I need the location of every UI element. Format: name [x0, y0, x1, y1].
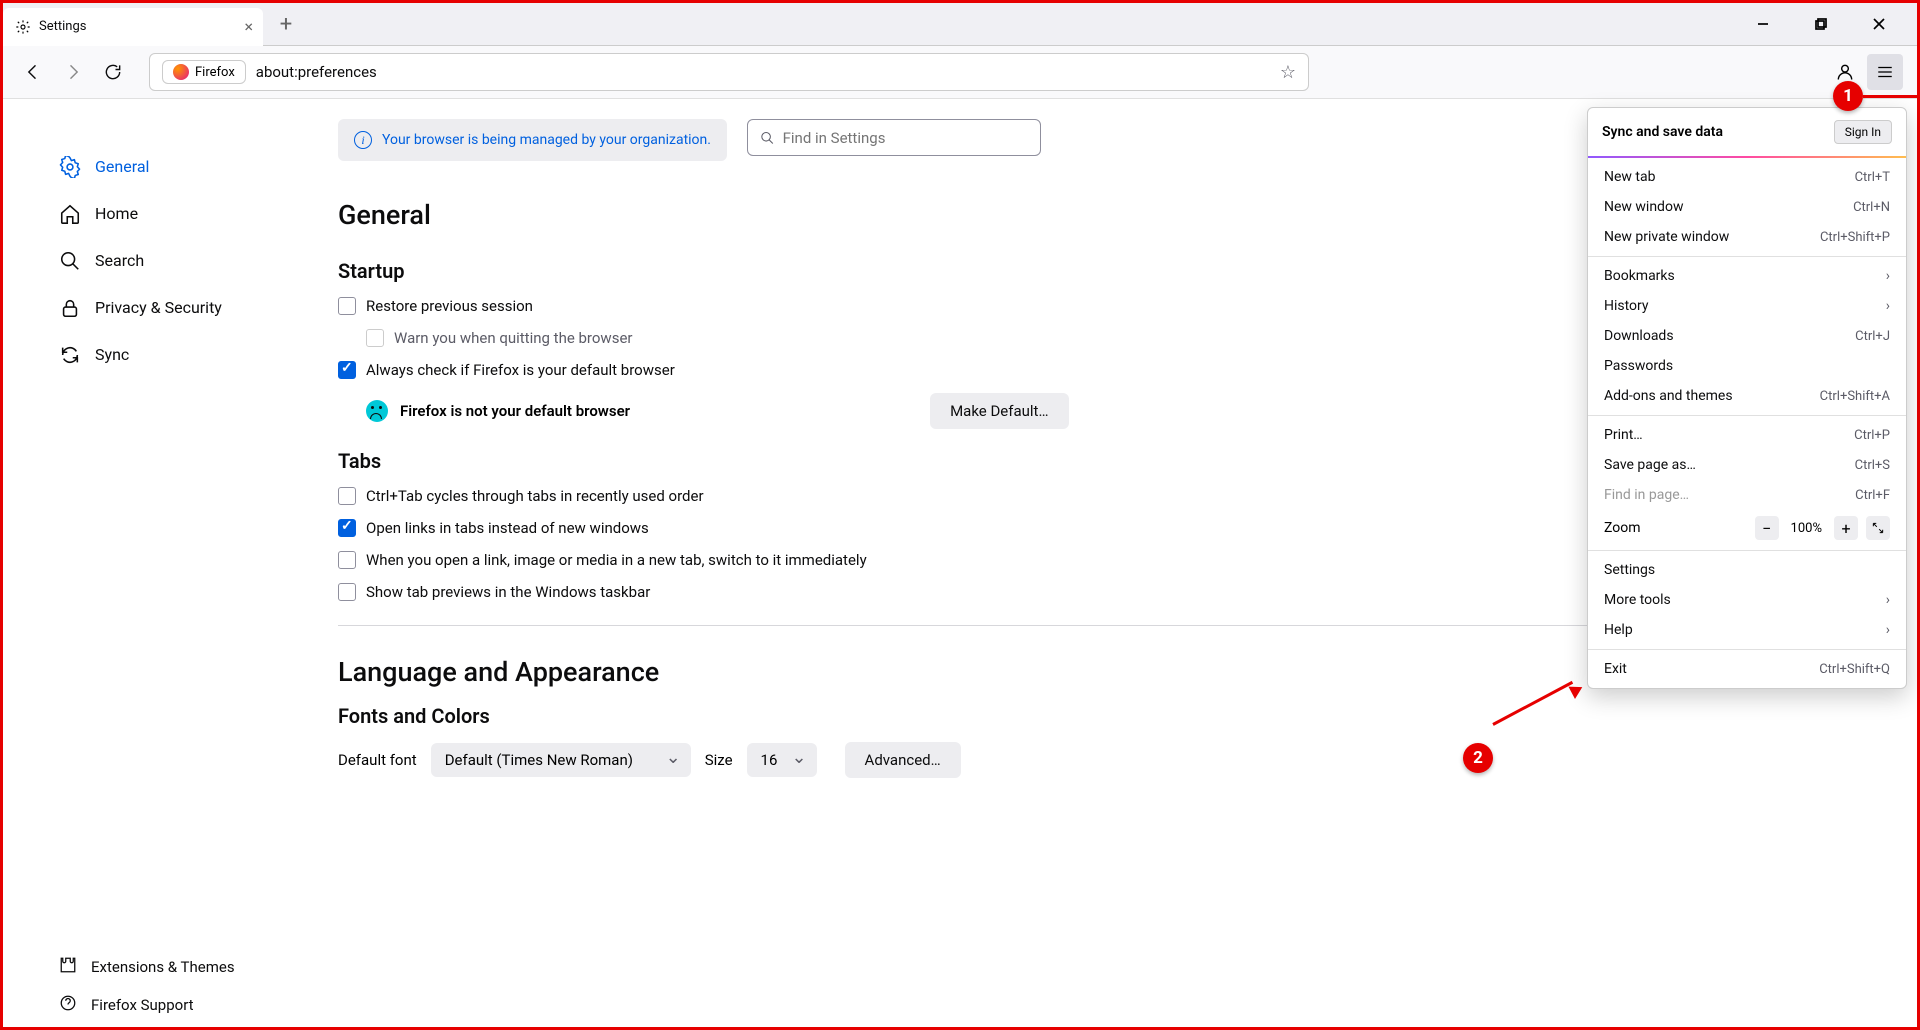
menu-zoom: Zoom − 100% + [1588, 510, 1906, 546]
new-tab-button[interactable]: + [271, 9, 301, 39]
lock-icon [59, 297, 81, 319]
sync-icon [59, 344, 81, 366]
fullscreen-button[interactable] [1866, 516, 1890, 540]
search-input[interactable] [783, 129, 1028, 147]
menu-downloads[interactable]: DownloadsCtrl+J [1588, 321, 1906, 351]
search-icon [59, 250, 81, 272]
sidebar-item-sync[interactable]: Sync [3, 331, 298, 378]
default-font-row: Default font Default (Times New Roman) S… [338, 742, 1837, 778]
gear-icon [15, 19, 31, 35]
heading-fonts: Fonts and Colors [338, 704, 1837, 728]
sad-face-icon [366, 400, 388, 422]
font-size-select[interactable]: 16 [747, 743, 817, 777]
identity-badge[interactable]: Firefox [162, 60, 246, 84]
default-font-select[interactable]: Default (Times New Roman) [431, 743, 691, 777]
notice-text[interactable]: Your browser is being managed by your or… [382, 132, 711, 148]
annotation-badge-1: 1 [1833, 81, 1863, 111]
managed-notice: i Your browser is being managed by your … [338, 119, 727, 161]
menu-bookmarks[interactable]: Bookmarks› [1588, 261, 1906, 291]
sidebar-item-general[interactable]: General [3, 143, 298, 190]
puzzle-icon [59, 956, 77, 978]
sidebar-item-search[interactable]: Search [3, 237, 298, 284]
bookmark-star-icon[interactable]: ☆ [1280, 62, 1296, 83]
not-default-text: Firefox is not your default browser [400, 402, 630, 420]
chevron-right-icon: › [1886, 268, 1890, 284]
close-icon[interactable]: × [244, 17, 253, 36]
app-menu: Sync and save data Sign In New tabCtrl+T… [1587, 107, 1907, 689]
sidebar-extensions-link[interactable]: Extensions & Themes [3, 948, 298, 986]
maximize-button[interactable] [1801, 9, 1841, 39]
annotation-2: 2 [1463, 743, 1493, 773]
menu-print[interactable]: Print…Ctrl+P [1588, 420, 1906, 450]
sign-in-button[interactable]: Sign In [1834, 120, 1892, 144]
zoom-value: 100% [1791, 521, 1822, 536]
back-button[interactable] [17, 56, 49, 88]
make-default-button[interactable]: Make Default… [930, 393, 1068, 429]
titlebar: Settings × + [3, 3, 1917, 46]
help-icon [59, 994, 77, 1016]
menu-passwords[interactable]: Passwords [1588, 351, 1906, 381]
tab-title: Settings [39, 19, 86, 34]
menu-addons[interactable]: Add-ons and themesCtrl+Shift+A [1588, 381, 1906, 411]
hamburger-menu-button[interactable] [1867, 54, 1903, 90]
chevron-right-icon: › [1886, 622, 1890, 638]
menu-save-as[interactable]: Save page as…Ctrl+S [1588, 450, 1906, 480]
default-font-label: Default font [338, 751, 417, 769]
annotation-1: 1 [1833, 81, 1863, 111]
info-icon: i [354, 131, 372, 149]
settings-search[interactable] [747, 119, 1041, 156]
sidebar-support-link[interactable]: Firefox Support [3, 986, 298, 1024]
window-close-button[interactable] [1859, 9, 1899, 39]
url-bar[interactable]: Firefox about:preferences ☆ [149, 53, 1309, 91]
settings-sidebar: General Home Search Privacy & Security S… [3, 99, 298, 1024]
chevron-right-icon: › [1886, 592, 1890, 608]
reload-button[interactable] [97, 56, 129, 88]
font-size-label: Size [705, 751, 733, 769]
annotation-badge-2: 2 [1463, 743, 1493, 773]
browser-tab[interactable]: Settings × [3, 8, 263, 46]
menu-new-tab[interactable]: New tabCtrl+T [1588, 162, 1906, 192]
menu-help[interactable]: Help› [1588, 615, 1906, 645]
menu-settings[interactable]: Settings [1588, 555, 1906, 585]
menu-new-window[interactable]: New windowCtrl+N [1588, 192, 1906, 222]
minimize-button[interactable] [1743, 9, 1783, 39]
chevron-right-icon: › [1886, 298, 1890, 314]
url-text: about:preferences [256, 63, 377, 81]
gear-icon [59, 156, 81, 178]
sidebar-item-home[interactable]: Home [3, 190, 298, 237]
advanced-fonts-button[interactable]: Advanced… [845, 742, 961, 778]
menu-history[interactable]: History› [1588, 291, 1906, 321]
firefox-icon [173, 64, 189, 80]
nav-toolbar: Firefox about:preferences ☆ [3, 46, 1917, 99]
menu-more-tools[interactable]: More tools› [1588, 585, 1906, 615]
home-icon [59, 203, 81, 225]
menu-exit[interactable]: ExitCtrl+Shift+Q [1588, 654, 1906, 684]
menu-find[interactable]: Find in page…Ctrl+F [1588, 480, 1906, 510]
menu-new-private[interactable]: New private windowCtrl+Shift+P [1588, 222, 1906, 252]
zoom-in-button[interactable]: + [1834, 516, 1858, 540]
menu-sync-heading: Sync and save data [1602, 124, 1723, 140]
forward-button[interactable] [57, 56, 89, 88]
sidebar-item-privacy[interactable]: Privacy & Security [3, 284, 298, 331]
zoom-out-button[interactable]: − [1755, 516, 1779, 540]
